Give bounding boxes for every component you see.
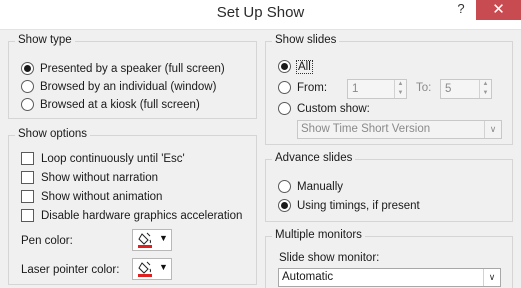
checkbox-label: Disable hardware graphics acceleration [41,209,243,222]
chevron-down-icon: ▼ [159,233,168,243]
title-bar: Set Up Show ? ✕ [0,0,521,30]
check-loop-continuously[interactable]: Loop continuously until 'Esc' [21,152,185,165]
radio-button[interactable] [21,98,34,111]
show-type-title: Show type [15,34,75,46]
check-without-animation[interactable]: Show without animation [21,190,162,203]
radio-using-timings[interactable]: Using timings, if present [278,199,420,212]
show-slides-group: Show slides All From: 1 ▲ ▼ To: 5 ▲ ▼ Cust… [265,34,513,145]
advance-slides-title: Advance slides [272,152,356,164]
show-slides-title: Show slides [272,34,340,46]
custom-show-select[interactable]: Show Time Short Version ∨ [297,120,502,139]
check-without-narration[interactable]: Show without narration [21,171,158,184]
checkbox[interactable] [21,190,34,203]
laser-color-swatch [138,274,152,277]
from-slide-input[interactable]: 1 ▲ ▼ [347,79,407,99]
radio-from-slides[interactable]: From: [278,81,327,94]
radio-label: Using timings, if present [297,199,420,212]
show-options-title: Show options [15,128,91,140]
checkbox[interactable] [21,209,34,222]
checkbox-label: Show without animation [41,190,163,203]
radio-browsed-at-kiosk[interactable]: Browsed at a kiosk (full screen) [21,98,200,111]
radio-button[interactable] [278,180,291,193]
checkbox-label: Show without narration [41,171,158,184]
chevron-down-icon: ∨ [484,121,501,138]
radio-button[interactable] [21,80,34,93]
multiple-monitors-group: Multiple monitors Slide show monitor: Au… [265,229,513,288]
check-disable-hw-acceleration[interactable]: Disable hardware graphics acceleration [21,209,242,222]
chevron-down-icon: ▼ [159,262,168,272]
close-button[interactable]: ✕ [476,0,521,20]
pen-color-swatch [138,245,152,248]
advance-slides-group: Advance slides Manually Using timings, i… [265,152,513,222]
spin-arrows-icon[interactable]: ▲ ▼ [479,80,491,98]
radio-browsed-by-individual[interactable]: Browsed by an individual (window) [21,80,216,93]
slide-show-monitor-label: Slide show monitor: [279,252,380,264]
radio-label: Browsed at a kiosk (full screen) [40,98,200,111]
from-value: 1 [352,83,359,95]
radio-button[interactable] [278,60,291,73]
radio-button[interactable] [278,199,291,212]
laser-color-label: Laser pointer color: [21,264,120,276]
checkbox[interactable] [21,152,34,165]
monitor-value: Automatic [282,271,334,283]
show-type-group: Show type Presented by a speaker (full s… [8,34,257,119]
radio-all-slides[interactable]: All [278,59,313,74]
checkbox-label: Loop continuously until 'Esc' [41,152,185,165]
radio-button[interactable] [278,81,291,94]
radio-label: From: [297,81,328,94]
radio-label: Manually [297,180,344,193]
checkbox[interactable] [21,171,34,184]
spin-arrows-icon[interactable]: ▲ ▼ [394,80,406,98]
custom-show-value: Show Time Short Version [301,123,431,135]
radio-custom-show[interactable]: Custom show: [278,102,370,115]
radio-label: Browsed by an individual (window) [40,80,217,93]
pen-color-label: Pen color: [21,235,73,247]
radio-button[interactable] [278,102,291,115]
slide-show-monitor-select[interactable]: Automatic ∨ [278,268,501,287]
help-icon[interactable]: ? [452,0,470,18]
radio-manually[interactable]: Manually [278,180,343,193]
to-value: 5 [445,83,452,95]
show-options-group: Show options Loop continuously until 'Es… [8,128,257,285]
to-label: To: [416,82,432,94]
radio-label: All [296,59,313,74]
radio-button[interactable] [21,62,34,75]
radio-presented-by-speaker[interactable]: Presented by a speaker (full screen) [21,62,225,75]
laser-color-button[interactable]: ▼ [132,258,172,280]
chevron-down-icon: ∨ [483,269,500,286]
pen-color-button[interactable]: ▼ [132,229,172,251]
dialog-title: Set Up Show [216,4,305,21]
radio-label: Presented by a speaker (full screen) [40,62,225,75]
radio-label: Custom show: [297,102,370,115]
to-slide-input[interactable]: 5 ▲ ▼ [440,79,492,99]
multiple-monitors-title: Multiple monitors [272,229,365,241]
